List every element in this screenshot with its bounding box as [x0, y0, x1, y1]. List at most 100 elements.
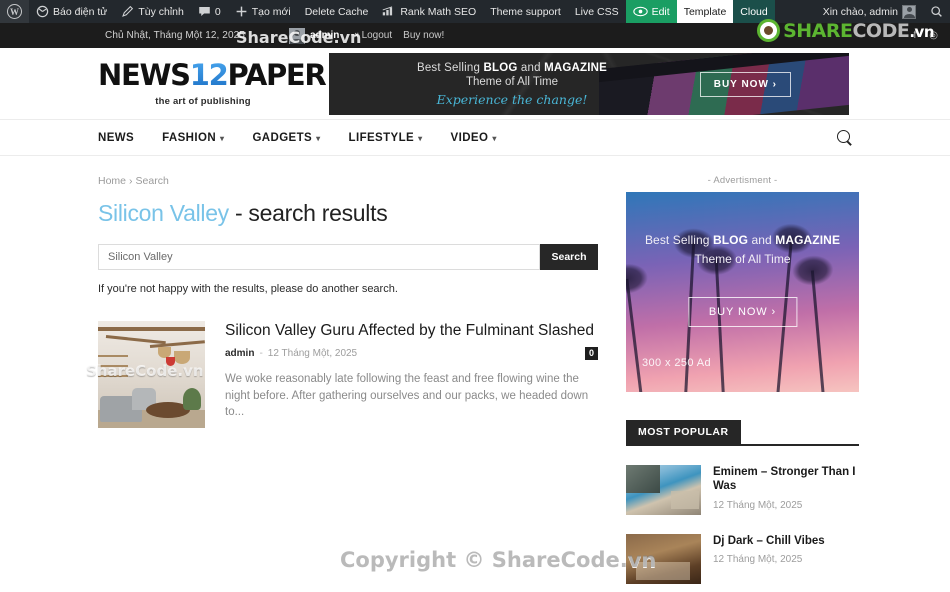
sidebar-ad-line1-mid: and — [748, 233, 776, 247]
adminbar-delete-cache-label: Delete Cache — [304, 5, 369, 18]
search-submit-button[interactable]: Search — [540, 244, 598, 270]
adminbar-rankmath-label: Rank Math SEO — [400, 5, 477, 18]
most-popular-widget-header: MOST POPULAR — [626, 420, 859, 446]
thumb-beam — [98, 327, 205, 331]
dashboard-icon — [36, 5, 49, 18]
adminbar-edit-button[interactable]: Edit — [625, 0, 677, 23]
main-column: Home › Search Silicon Valley - search resu… — [98, 175, 598, 584]
adminbar-cloud-label: Cloud — [740, 5, 768, 18]
sidebar-ad-size-label: 300 x 250 Ad — [642, 357, 712, 369]
thumb-shelf — [98, 365, 128, 367]
social-links: f ◎ — [913, 30, 938, 41]
adminbar-customize-label: Tùy chỉnh — [138, 5, 184, 18]
rankmath-icon — [382, 5, 396, 18]
search-input[interactable] — [98, 244, 540, 270]
nav-label-news: NEWS — [98, 131, 135, 144]
result-date: 12 Tháng Một, 2025 — [267, 348, 358, 360]
adminbar-item-theme-support[interactable]: Theme support — [483, 0, 568, 23]
adminbar-item-rankmath[interactable]: Rank Math SEO — [375, 0, 483, 23]
nav-item-video[interactable]: VIDEO ▾ — [451, 119, 497, 156]
result-title[interactable]: Silicon Valley Guru Affected by the Fulm… — [225, 322, 598, 340]
result-excerpt: We woke reasonably late following the fe… — [225, 373, 589, 418]
popular-item-body: Dj Dark – Chill Vibes 12 Tháng Một, 2025 — [713, 534, 825, 584]
comment-icon — [198, 5, 211, 18]
breadcrumb-home[interactable]: Home — [98, 175, 126, 187]
result-thumbnail[interactable] — [98, 321, 205, 428]
search-icon[interactable] — [837, 129, 853, 146]
header-ad-line3: Experience the change! — [436, 91, 588, 107]
wp-admin-bar: W Báo điện tử Tùy chỉnh 0 Tạo mới Delete… — [0, 0, 950, 23]
result-author[interactable]: admin — [225, 348, 254, 359]
search-note: If you're not happy with the results, pl… — [98, 283, 398, 295]
page-title: Silicon Valley - search results — [98, 200, 598, 227]
header-ad-line1: Best Selling BLOG and MAGAZINE — [377, 62, 647, 74]
popular-list-item[interactable]: Dj Dark – Chill Vibes 12 Tháng Một, 2025 — [626, 534, 859, 584]
adminbar-item-delete-cache[interactable]: Delete Cache — [298, 0, 376, 23]
adminbar-item-comments[interactable]: 0 — [191, 0, 228, 23]
thumb-shelf — [98, 375, 128, 377]
popular-list-item[interactable]: Eminem – Stronger Than I Was 12 Tháng Mộ… — [626, 465, 859, 515]
result-body: Silicon Valley Guru Affected by the Fulm… — [225, 321, 598, 428]
nav-item-gadgets[interactable]: GADGETS ▾ — [252, 119, 320, 156]
nav-label-fashion: FASHION — [162, 131, 217, 144]
instagram-icon[interactable]: ◎ — [929, 30, 938, 41]
nav-label-gadgets: GADGETS — [252, 131, 313, 144]
sidebar-ad-buy-now-button[interactable]: BUY NOW › — [687, 297, 798, 327]
adminbar-item-live-css[interactable]: Live CSS — [568, 0, 626, 23]
nav-item-lifestyle[interactable]: LIFESTYLE ▾ — [349, 119, 423, 156]
thumb-pendant-lamp — [174, 351, 190, 364]
sidebar-ad-line1-blog: BLOG — [712, 233, 749, 247]
site-logo[interactable]: NEWS12PAPER the art of publishing — [98, 57, 327, 107]
adminbar-site-label: Báo điện tử — [53, 5, 108, 18]
breadcrumb: Home › Search — [98, 175, 598, 187]
sidebar-ad-line2: Theme of All Time — [694, 252, 791, 266]
logo-paper: PAPER — [227, 57, 327, 92]
popular-item-title[interactable]: Eminem – Stronger Than I Was — [713, 465, 859, 494]
adminbar-template-button[interactable]: Template — [676, 0, 734, 23]
chevron-down-icon: ▾ — [492, 133, 497, 143]
adminbar-greeting: Xin chào, admin — [822, 5, 898, 18]
sidebar-ad-line1-pre: Best Selling — [644, 233, 713, 247]
adminbar-item-site[interactable]: Báo điện tử — [29, 0, 114, 23]
sidebar-banner-ad[interactable]: Best Selling BLOG and MAGAZINE Theme of … — [626, 192, 859, 392]
header-ad-buy-now-button[interactable]: BUY NOW › — [699, 71, 791, 97]
search-result-item: Silicon Valley Guru Affected by the Fulm… — [98, 321, 598, 428]
popular-thumbnail — [626, 534, 701, 584]
header-banner-ad[interactable]: Best Selling BLOG and MAGAZINE Theme of … — [329, 52, 849, 115]
adminbar-theme-support-label: Theme support — [490, 5, 561, 18]
popular-item-title[interactable]: Dj Dark – Chill Vibes — [713, 534, 825, 548]
adminbar-account-menu[interactable]: Xin chào, admin — [816, 0, 923, 23]
search-icon — [930, 5, 943, 18]
adminbar-search-button[interactable] — [923, 0, 950, 23]
wp-logo-button[interactable]: W — [0, 0, 29, 23]
nav-item-news[interactable]: NEWS — [98, 119, 134, 156]
avatar — [288, 27, 305, 44]
popular-item-date: 12 Tháng Một, 2025 — [713, 499, 803, 511]
adminbar-item-customize[interactable]: Tùy chỉnh — [114, 0, 191, 23]
result-comment-count[interactable]: 0 — [585, 347, 598, 361]
adminbar-item-new[interactable]: Tạo mới — [228, 0, 298, 23]
nav-item-fashion[interactable]: FASHION ▾ — [162, 119, 224, 156]
wordpress-logo-icon: W — [7, 4, 22, 19]
logout-link[interactable]: ⇥ Logout — [350, 30, 392, 41]
result-meta-separator: - — [259, 348, 263, 360]
thumb-plant — [183, 388, 201, 410]
facebook-icon[interactable]: f — [913, 30, 916, 41]
buy-now-link[interactable]: Buy now! — [403, 30, 444, 41]
popular-item-date: 12 Tháng Một, 2025 — [713, 554, 803, 566]
palm-tree — [626, 278, 643, 392]
pencil-icon — [121, 5, 134, 18]
logout-icon: ⇥ — [350, 30, 359, 41]
popular-thumbnail — [626, 465, 701, 515]
adminbar-cloud-button[interactable]: Cloud — [733, 0, 775, 23]
adminbar-edit-label: Edit — [651, 5, 670, 18]
nav-label-lifestyle: LIFESTYLE — [348, 131, 415, 144]
header-ad-line1-mid: and — [517, 61, 545, 74]
avatar — [902, 4, 916, 19]
result-meta: admin - 12 Tháng Một, 2025 0 — [225, 347, 598, 361]
header-ad-line1-pre: Best Selling — [416, 61, 484, 74]
logo-news: NEWS — [98, 57, 191, 92]
popular-item-body: Eminem – Stronger Than I Was 12 Tháng Mộ… — [713, 465, 859, 515]
chevron-down-icon: ▾ — [418, 133, 423, 143]
nav-label-video: VIDEO — [450, 131, 489, 144]
